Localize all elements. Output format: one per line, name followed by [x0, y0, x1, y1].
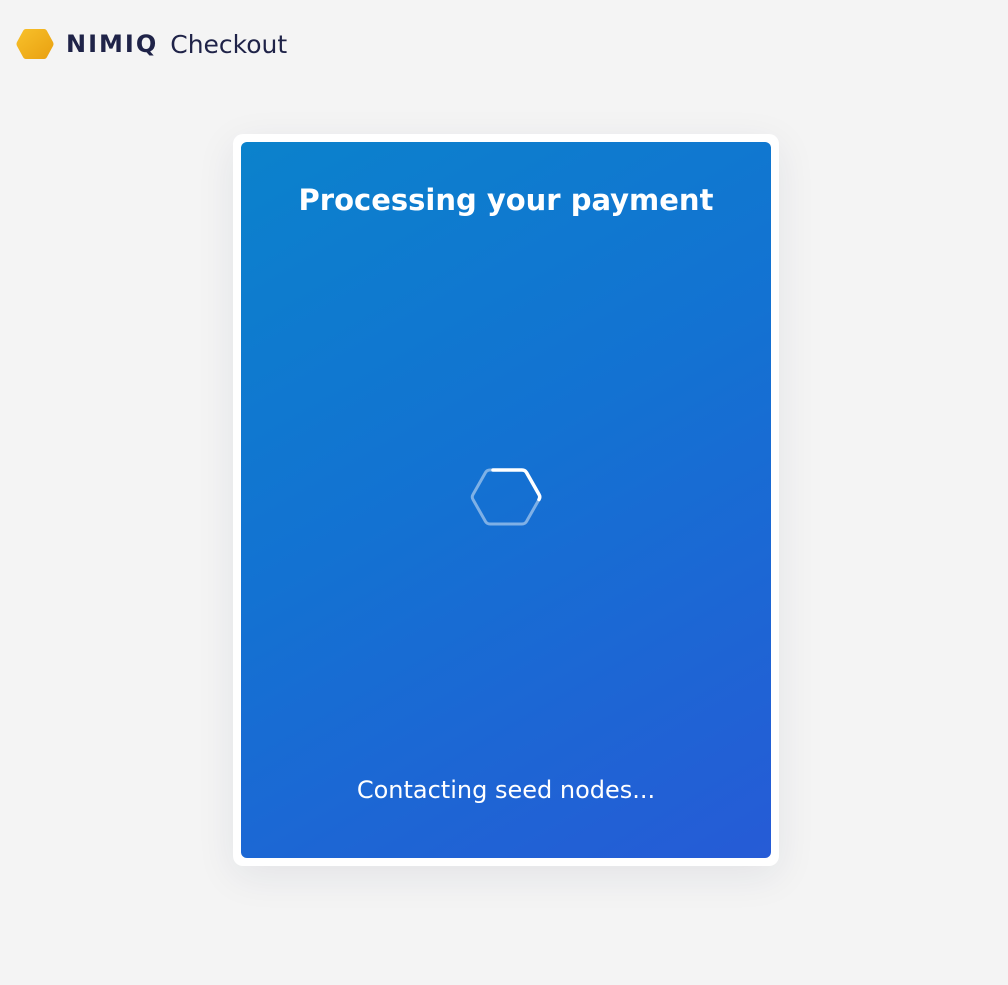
status-message: Contacting seed nodes...	[356, 776, 656, 804]
loading-spinner-icon	[470, 468, 542, 526]
checkout-card-frame: Processing your payment Contacting seed …	[233, 134, 779, 866]
product-name: Checkout	[170, 29, 288, 59]
nimiq-logo-icon	[16, 29, 54, 59]
card-title: Processing your payment	[298, 183, 714, 217]
app-header: NIMIQ Checkout	[16, 26, 287, 62]
payment-processing-card: Processing your payment Contacting seed …	[241, 142, 771, 858]
brand-name: NIMIQ	[66, 30, 159, 58]
